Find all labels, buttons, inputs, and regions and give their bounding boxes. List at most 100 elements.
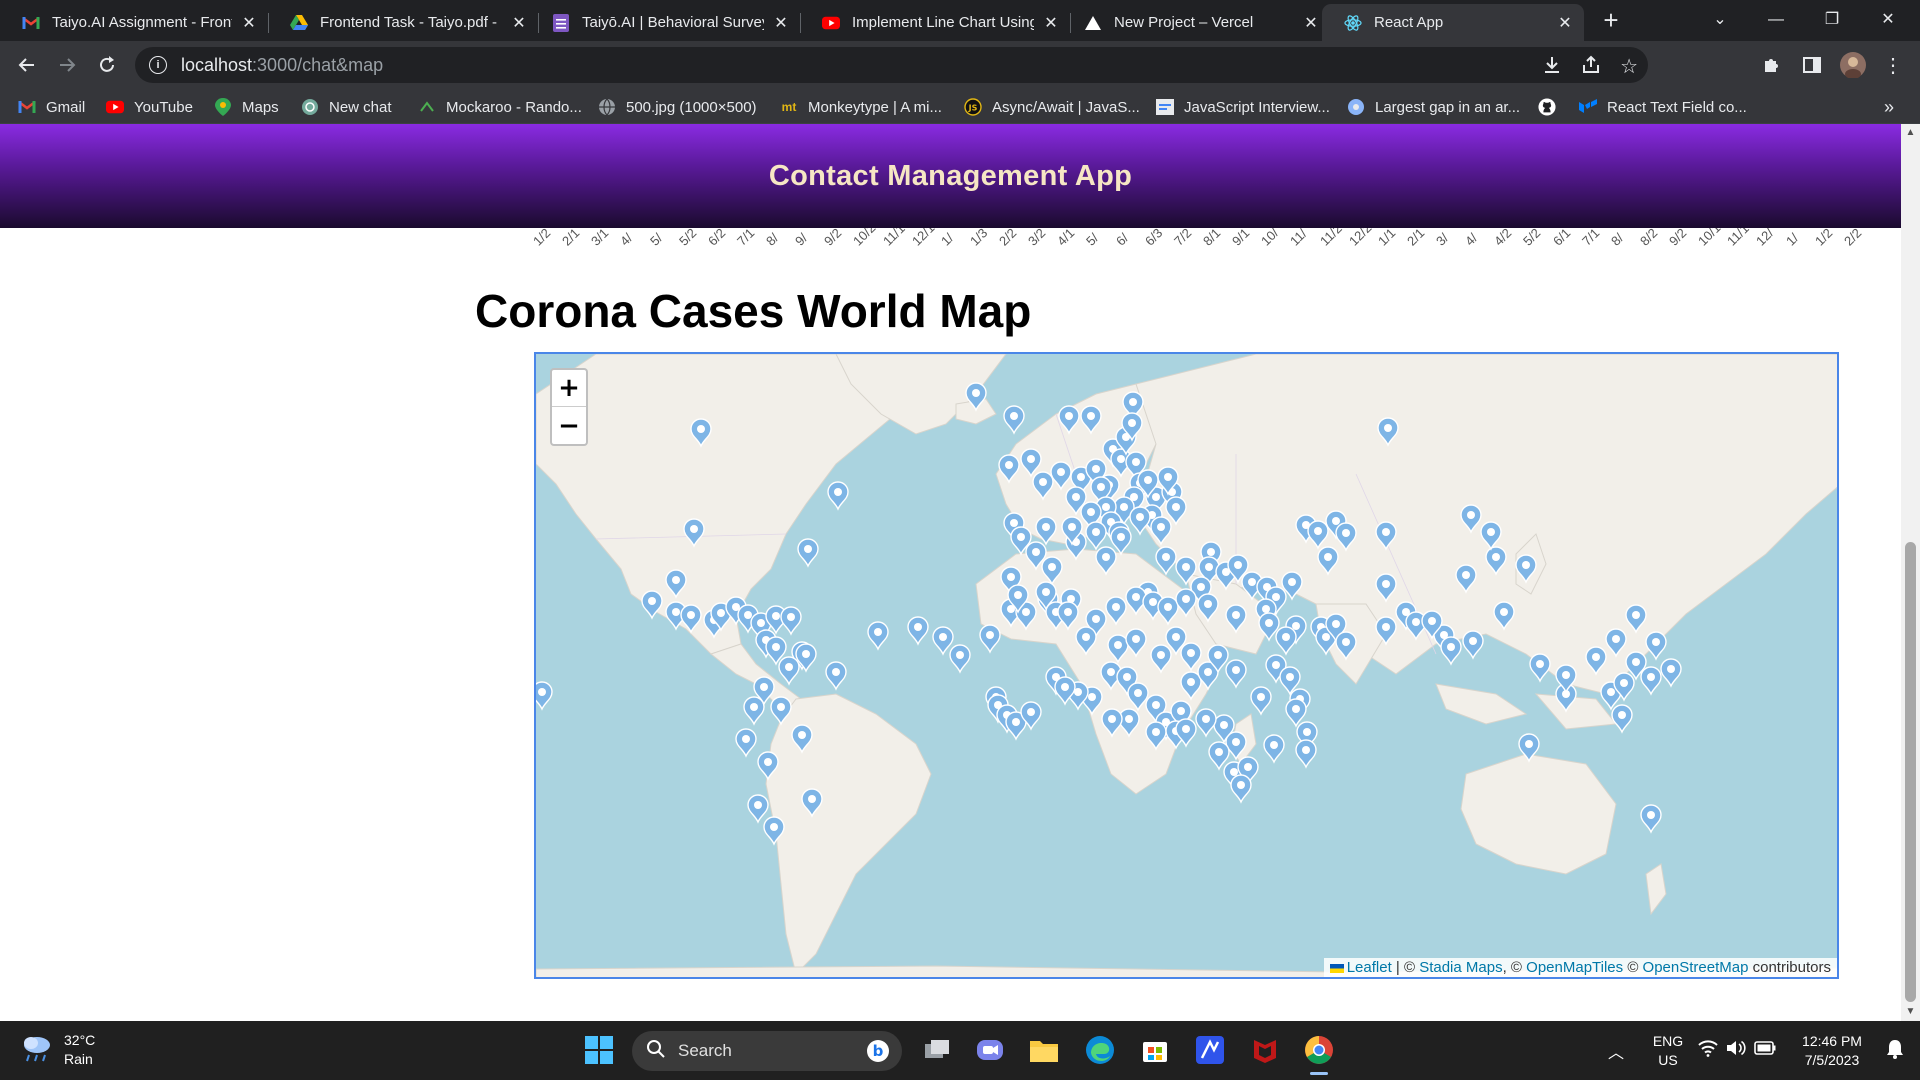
map-marker-icon[interactable] bbox=[690, 418, 712, 448]
map-marker-icon[interactable] bbox=[1230, 774, 1252, 804]
map-marker-icon[interactable] bbox=[1275, 626, 1297, 656]
tab-react-app[interactable]: React App ✕ bbox=[1322, 4, 1584, 41]
side-panel-icon[interactable] bbox=[1798, 51, 1826, 79]
restore-button[interactable]: ❐ bbox=[1812, 6, 1852, 34]
profile-avatar[interactable] bbox=[1839, 51, 1867, 79]
openmaptiles-link[interactable]: OpenMapTiles bbox=[1526, 959, 1623, 976]
scroll-thumb[interactable] bbox=[1905, 542, 1916, 1002]
map-marker-icon[interactable] bbox=[683, 518, 705, 548]
map-marker-icon[interactable] bbox=[1197, 593, 1219, 623]
map-marker-icon[interactable] bbox=[979, 624, 1001, 654]
bookmark-item[interactable] bbox=[1538, 96, 1566, 118]
chrome-icon[interactable] bbox=[1302, 1033, 1336, 1075]
map-marker-icon[interactable] bbox=[797, 538, 819, 568]
task-view-icon[interactable] bbox=[920, 1033, 954, 1067]
map-marker-icon[interactable] bbox=[1377, 417, 1399, 447]
map-marker-icon[interactable] bbox=[770, 696, 792, 726]
map-marker-icon[interactable] bbox=[1041, 556, 1063, 586]
map-marker-icon[interactable] bbox=[1107, 634, 1129, 664]
map-marker-icon[interactable] bbox=[932, 626, 954, 656]
map-marker-icon[interactable] bbox=[1640, 804, 1662, 834]
map-marker-icon[interactable] bbox=[1157, 596, 1179, 626]
map-marker-icon[interactable] bbox=[1101, 708, 1123, 738]
map-marker-icon[interactable] bbox=[1003, 405, 1025, 435]
map-marker-icon[interactable] bbox=[1611, 704, 1633, 734]
show-hidden-icons-chevron[interactable]: ︿ bbox=[1608, 1039, 1624, 1063]
map-marker-icon[interactable] bbox=[1180, 671, 1202, 701]
map-marker-icon[interactable] bbox=[1375, 573, 1397, 603]
volume-icon[interactable] bbox=[1726, 1039, 1746, 1062]
bookmark-item[interactable]: Gmail bbox=[18, 96, 85, 118]
map-marker-icon[interactable] bbox=[1175, 588, 1197, 618]
map-marker-icon[interactable] bbox=[1225, 604, 1247, 634]
mcafee-icon[interactable] bbox=[1248, 1033, 1282, 1067]
map-marker-icon[interactable] bbox=[1585, 646, 1607, 676]
map-marker-icon[interactable] bbox=[965, 382, 987, 412]
map-marker-icon[interactable] bbox=[1032, 471, 1054, 501]
bookmark-item[interactable]: JS Async/Await | JavaS... bbox=[964, 96, 1140, 118]
map-marker-icon[interactable] bbox=[867, 621, 889, 651]
map-marker-icon[interactable] bbox=[1480, 521, 1502, 551]
teams-chat-icon[interactable] bbox=[973, 1033, 1007, 1067]
map-marker-icon[interactable] bbox=[1035, 516, 1057, 546]
address-bar[interactable]: i localhost:3000/chat&map ☆ bbox=[135, 47, 1648, 83]
map-marker-icon[interactable] bbox=[1307, 520, 1329, 550]
tab-gmail[interactable]: Taiyo.AI Assignment - Front ✕ bbox=[0, 4, 268, 41]
map-marker-icon[interactable] bbox=[1375, 616, 1397, 646]
map-marker-icon[interactable] bbox=[1335, 522, 1357, 552]
weather-widget[interactable]: 32°C Rain bbox=[20, 1031, 95, 1069]
wifi-icon[interactable] bbox=[1698, 1039, 1718, 1062]
map-marker-icon[interactable] bbox=[1075, 626, 1097, 656]
map-marker-icon[interactable] bbox=[1335, 631, 1357, 661]
forward-button[interactable] bbox=[53, 51, 81, 79]
map-marker-icon[interactable] bbox=[780, 606, 802, 636]
bookmark-item[interactable]: Largest gap in an ar... bbox=[1347, 96, 1520, 118]
map-marker-icon[interactable] bbox=[1645, 631, 1667, 661]
map-marker-icon[interactable] bbox=[1455, 564, 1477, 594]
tab-youtube[interactable]: Implement Line Chart Using ✕ bbox=[800, 4, 1070, 41]
menu-dots-icon[interactable]: ⋮ bbox=[1879, 51, 1907, 79]
map-marker-icon[interactable] bbox=[1020, 448, 1042, 478]
bookmark-item[interactable]: New chat bbox=[301, 96, 392, 118]
reload-button[interactable] bbox=[93, 51, 121, 79]
scroll-down-arrow[interactable]: ▼ bbox=[1901, 1003, 1920, 1021]
windows-start-icon[interactable] bbox=[582, 1033, 616, 1067]
map-marker-icon[interactable] bbox=[1375, 521, 1397, 551]
map-marker-icon[interactable] bbox=[1225, 659, 1247, 689]
close-icon[interactable]: ✕ bbox=[510, 14, 528, 32]
more-bookmarks-button[interactable]: » bbox=[1884, 96, 1894, 118]
map-marker-icon[interactable] bbox=[827, 481, 849, 511]
map-marker-icon[interactable] bbox=[763, 816, 785, 846]
taskbar-search[interactable]: Search b bbox=[632, 1031, 902, 1071]
map-marker-icon[interactable] bbox=[949, 644, 971, 674]
map-marker-icon[interactable] bbox=[1640, 666, 1662, 696]
map-marker-icon[interactable] bbox=[1050, 461, 1072, 491]
map-marker-icon[interactable] bbox=[1493, 601, 1515, 631]
close-icon[interactable]: ✕ bbox=[1042, 14, 1060, 32]
map-marker-icon[interactable] bbox=[1105, 596, 1127, 626]
map-marker-icon[interactable] bbox=[1250, 686, 1272, 716]
battery-icon[interactable] bbox=[1754, 1041, 1776, 1060]
language-indicator[interactable]: ENG US bbox=[1648, 1032, 1688, 1070]
map-marker-icon[interactable] bbox=[801, 788, 823, 818]
map-marker-icon[interactable] bbox=[1150, 644, 1172, 674]
bookmark-item[interactable]: React Text Field co... bbox=[1579, 96, 1747, 118]
map-marker-icon[interactable] bbox=[1462, 630, 1484, 660]
map-marker-icon[interactable] bbox=[1125, 628, 1147, 658]
map-marker-icon[interactable] bbox=[680, 604, 702, 634]
map-marker-icon[interactable] bbox=[1485, 546, 1507, 576]
minimize-button[interactable]: — bbox=[1756, 6, 1796, 34]
back-button[interactable] bbox=[13, 51, 41, 79]
edge-browser-icon[interactable] bbox=[1083, 1033, 1117, 1067]
zoom-out-button[interactable]: − bbox=[552, 407, 586, 444]
map-marker-icon[interactable] bbox=[1195, 708, 1217, 738]
map-marker-icon[interactable] bbox=[1518, 733, 1540, 763]
map-marker-icon[interactable] bbox=[1080, 405, 1102, 435]
map-marker-icon[interactable] bbox=[1295, 739, 1317, 769]
map-marker-icon[interactable] bbox=[998, 454, 1020, 484]
tab-search-icon[interactable]: ⌄ bbox=[1700, 6, 1740, 34]
map-marker-icon[interactable] bbox=[1515, 554, 1537, 584]
map-marker-icon[interactable] bbox=[1085, 521, 1107, 551]
bookmark-item[interactable]: YouTube bbox=[106, 96, 193, 118]
file-explorer-icon[interactable] bbox=[1027, 1033, 1061, 1067]
